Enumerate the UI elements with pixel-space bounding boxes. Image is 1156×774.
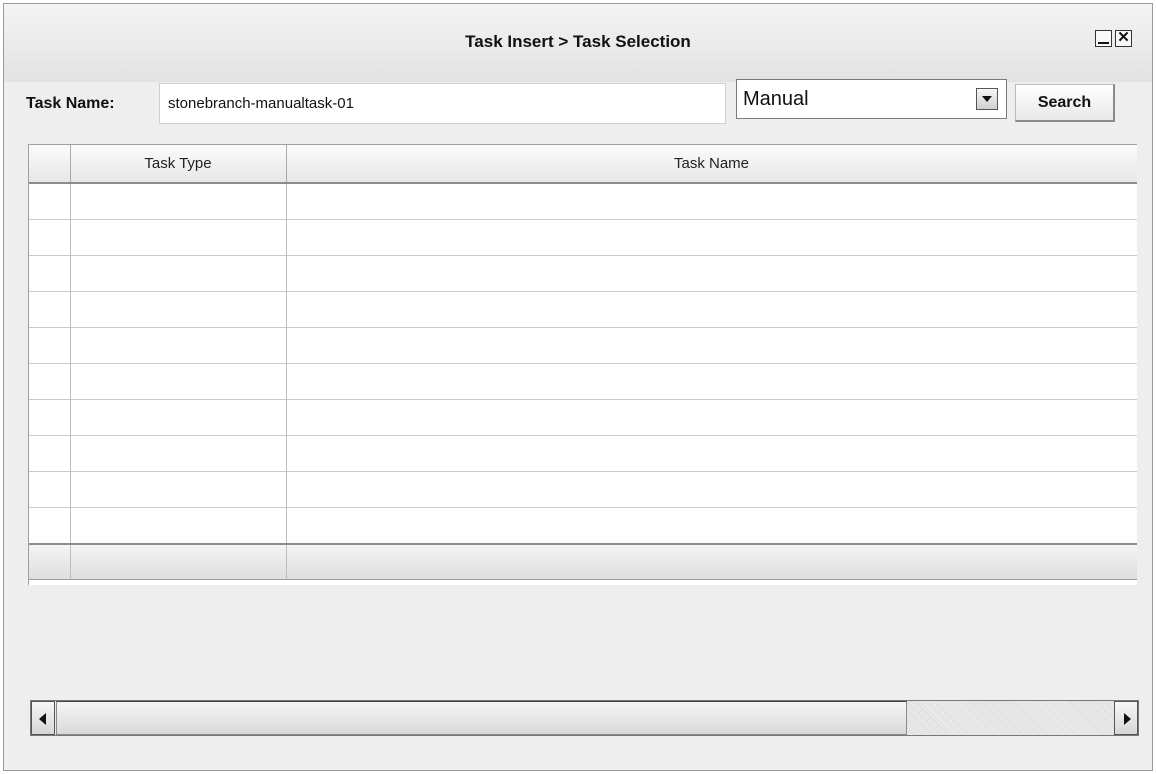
footer-cell [29, 543, 71, 580]
task-grid: Task Type Task Name [28, 144, 1137, 585]
row-selector-cell[interactable] [29, 471, 71, 508]
column-header-task-name[interactable]: Task Name [286, 145, 1137, 184]
task-type-cell[interactable] [70, 255, 287, 292]
task-type-cell[interactable] [70, 291, 287, 328]
task-type-cell[interactable] [70, 435, 287, 472]
task-name-cell[interactable] [286, 219, 1137, 256]
table-footer-row [29, 543, 1137, 580]
task-name-cell[interactable] [286, 255, 1137, 292]
task-type-cell[interactable] [70, 363, 287, 400]
scrollbar-thumb[interactable] [56, 701, 907, 735]
table-row[interactable] [29, 255, 1137, 292]
table-row[interactable] [29, 219, 1137, 256]
close-icon[interactable]: ✕ [1115, 30, 1132, 47]
minimize-icon[interactable] [1095, 30, 1112, 47]
window-title: Task Insert > Task Selection [465, 32, 691, 51]
table-row[interactable] [29, 183, 1137, 220]
task-name-cell[interactable] [286, 363, 1137, 400]
horizontal-scrollbar[interactable] [30, 700, 1139, 736]
task-name-label: Task Name: [26, 95, 115, 112]
column-header-task-type[interactable]: Task Type [70, 145, 287, 184]
scrollbar-track[interactable] [907, 701, 1114, 735]
task-type-cell[interactable] [70, 183, 287, 220]
task-type-select[interactable]: Manual [736, 79, 1007, 119]
task-type-cell[interactable] [70, 219, 287, 256]
table-row[interactable] [29, 435, 1137, 472]
task-name-cell[interactable] [286, 471, 1137, 508]
task-type-value: Manual [743, 88, 809, 110]
table-row[interactable] [29, 363, 1137, 400]
table-row[interactable] [29, 399, 1137, 436]
task-name-cell[interactable] [286, 399, 1137, 436]
task-type-cell[interactable] [70, 471, 287, 508]
row-selector-cell[interactable] [29, 363, 71, 400]
table-row[interactable] [29, 507, 1137, 545]
task-type-cell[interactable] [70, 327, 287, 364]
row-selector-cell[interactable] [29, 327, 71, 364]
table-header-row: Task Type Task Name [29, 145, 1137, 184]
table-row[interactable] [29, 327, 1137, 364]
task-name-input[interactable] [159, 83, 726, 124]
task-type-cell[interactable] [70, 399, 287, 436]
task-name-cell[interactable] [286, 435, 1137, 472]
task-table: Task Type Task Name [29, 145, 1137, 580]
arrow-left-icon[interactable] [31, 701, 55, 735]
search-button[interactable]: Search [1015, 84, 1115, 122]
task-selection-window: Task Insert > Task Selection ✕ Task Name… [3, 3, 1153, 771]
row-selector-cell[interactable] [29, 291, 71, 328]
task-name-cell[interactable] [286, 327, 1137, 364]
row-selector-cell[interactable] [29, 399, 71, 436]
task-type-cell[interactable] [70, 507, 287, 545]
task-name-cell[interactable] [286, 507, 1137, 545]
task-name-cell[interactable] [286, 183, 1137, 220]
footer-cell [70, 543, 287, 580]
arrow-right-icon[interactable] [1114, 701, 1138, 735]
row-selector-cell[interactable] [29, 255, 71, 292]
row-selector-cell[interactable] [29, 219, 71, 256]
column-header-selector[interactable] [29, 145, 71, 184]
footer-cell [286, 543, 1137, 580]
table-row[interactable] [29, 471, 1137, 508]
row-selector-cell[interactable] [29, 435, 71, 472]
row-selector-cell[interactable] [29, 507, 71, 545]
table-row[interactable] [29, 291, 1137, 328]
chevron-down-icon[interactable] [976, 88, 998, 110]
row-selector-cell[interactable] [29, 183, 71, 220]
task-name-cell[interactable] [286, 291, 1137, 328]
